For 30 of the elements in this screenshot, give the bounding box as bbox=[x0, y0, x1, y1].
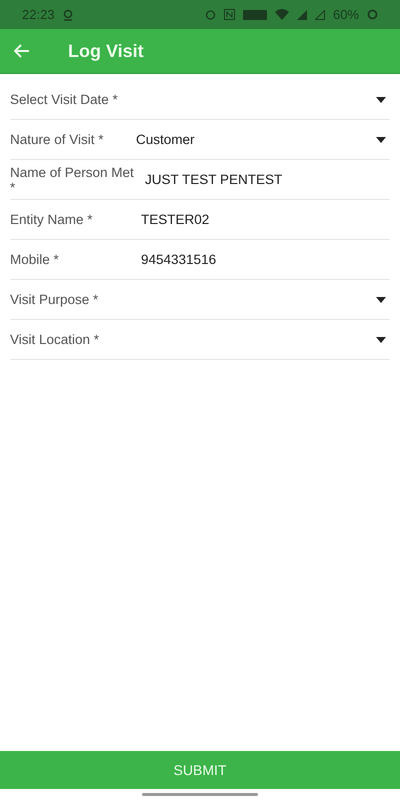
field-value: JUST TEST PENTEST bbox=[144, 172, 284, 187]
dropdown-caret-icon[interactable] bbox=[376, 336, 386, 342]
field-label: Name of Person Met * bbox=[10, 164, 135, 194]
dropdown-field[interactable]: Visit Purpose * bbox=[10, 280, 390, 320]
signal-icon bbox=[296, 10, 307, 20]
location-icon bbox=[62, 8, 73, 20]
dropdown-field[interactable]: Visit Location * bbox=[10, 320, 390, 360]
dropdown-caret-icon[interactable] bbox=[376, 296, 386, 302]
field-value: Customer bbox=[136, 132, 196, 147]
field-label: Mobile * bbox=[10, 252, 60, 267]
text-field[interactable]: Entity Name * TESTER02 bbox=[10, 200, 390, 240]
signal-icon bbox=[314, 10, 325, 20]
field-label: Nature of Visit * bbox=[10, 132, 105, 147]
nfc-icon bbox=[224, 9, 235, 20]
field-label: Entity Name * bbox=[10, 212, 94, 227]
dropdown-caret-icon[interactable] bbox=[376, 136, 386, 142]
battery-percentage: 60% bbox=[332, 7, 359, 22]
dropdown-caret-icon[interactable] bbox=[376, 96, 386, 102]
field-value: TESTER02 bbox=[140, 212, 210, 227]
field-label: Select Visit Date * bbox=[10, 92, 119, 107]
wifi-icon bbox=[274, 9, 289, 20]
status-time: 22:23 bbox=[22, 7, 55, 22]
field-label: Visit Purpose * bbox=[10, 292, 100, 307]
screen-title: Log Visit bbox=[68, 40, 144, 62]
dropdown-field[interactable]: Select Visit Date * bbox=[10, 80, 390, 120]
field-value: 9454331516 bbox=[140, 252, 218, 267]
text-field[interactable]: Mobile * 9454331516 bbox=[10, 240, 390, 280]
dropdown-field[interactable]: Nature of Visit * Customer bbox=[10, 120, 390, 160]
back-arrow-icon bbox=[14, 44, 30, 58]
field-label: Visit Location * bbox=[10, 332, 100, 347]
